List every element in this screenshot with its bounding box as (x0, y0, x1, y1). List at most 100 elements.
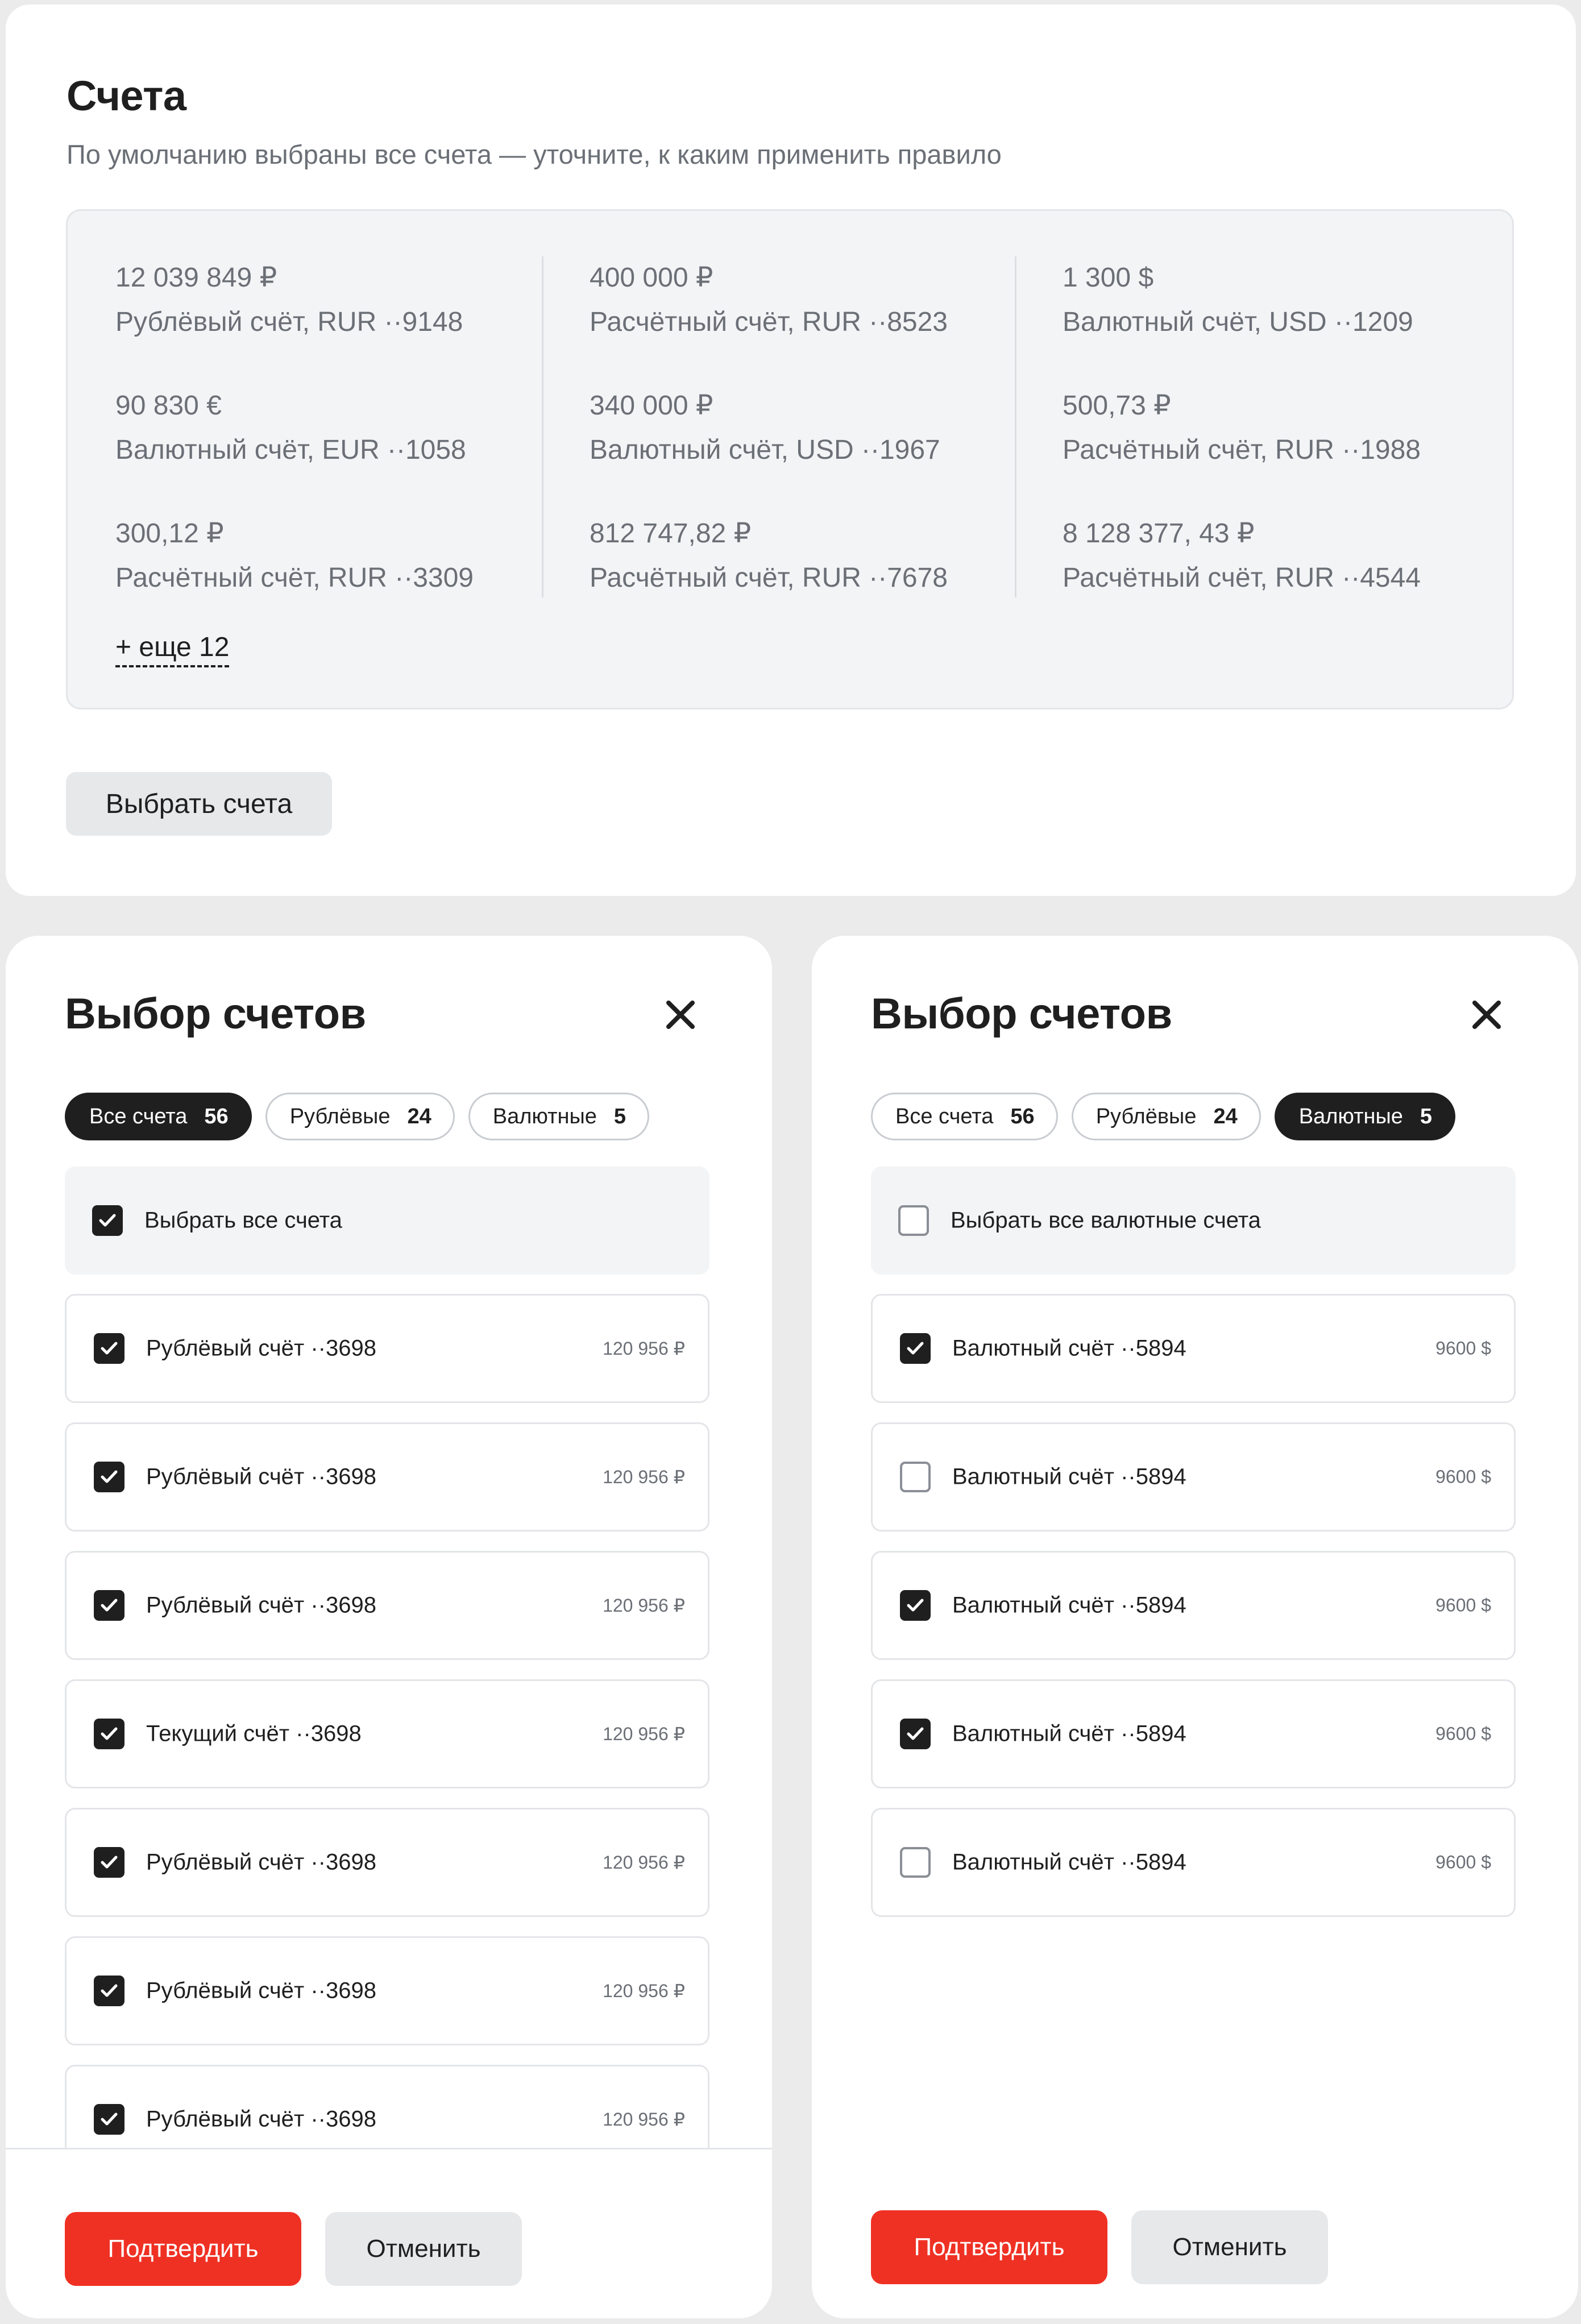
cancel-button[interactable]: Отменить (1131, 2210, 1328, 2284)
select-all-row[interactable]: Выбрать все счета (65, 1167, 709, 1275)
checkbox-unchecked[interactable] (900, 1847, 931, 1878)
account-amount: 12 039 849 ₽ (115, 263, 277, 293)
account-row[interactable]: Валютный счёт ··5894 9600 $ (871, 1808, 1516, 1917)
chip-label: Валютные (1298, 1104, 1403, 1128)
account-row-amount: 120 956 ₽ (603, 1981, 685, 2001)
accounts-column: 1 300 $ Валютный счёт, USD ··1209 500,73… (1063, 261, 1483, 645)
checkbox-unchecked[interactable] (898, 1205, 929, 1236)
account-row[interactable]: Рублёвый счёт ··3698 120 956 ₽ (65, 1294, 709, 1403)
account-row[interactable]: Валютный счёт ··5894 9600 $ (871, 1679, 1516, 1788)
column-divider (1015, 256, 1016, 597)
check-icon (101, 1470, 118, 1483)
account-row-label: Текущий счёт ··3698 (146, 1721, 362, 1746)
chip-all-accounts[interactable]: Все счета 56 (65, 1093, 252, 1140)
modal-footer: Подтвердить Отменить (812, 2148, 1578, 2318)
chip-count: 56 (204, 1104, 229, 1128)
checkbox-checked[interactable] (94, 1976, 125, 2006)
show-more-link[interactable]: + еще 12 (115, 632, 230, 667)
chip-label: Все счета (89, 1104, 188, 1128)
account-name: Расчётный счёт, RUR ··7678 (590, 563, 948, 593)
check-icon (101, 1342, 118, 1355)
account-amount: 340 000 ₽ (590, 391, 713, 421)
account-summary-item: 812 747,82 ₽ Расчётный счёт, RUR ··7678 (590, 517, 1010, 645)
account-row-label: Валютный счёт ··5894 (952, 1849, 1186, 1875)
account-row[interactable]: Рублёвый счёт ··3698 120 956 ₽ (65, 1808, 709, 1917)
select-all-row[interactable]: Выбрать все валютные счета (871, 1167, 1516, 1275)
account-row-label: Валютный счёт ··5894 (952, 1592, 1186, 1618)
modal-footer: Подтвердить Отменить (6, 2148, 772, 2318)
select-accounts-button[interactable]: Выбрать счета (66, 772, 332, 836)
account-row-label: Рублёвый счёт ··3698 (146, 1849, 376, 1875)
select-all-label: Выбрать все валютные счета (951, 1207, 1261, 1233)
account-name: Валютный счёт, USD ··1209 (1063, 307, 1413, 337)
account-amount: 400 000 ₽ (590, 263, 713, 293)
account-name: Валютный счёт, EUR ··1058 (115, 435, 466, 465)
checkbox-checked[interactable] (900, 1590, 931, 1621)
chip-count: 5 (613, 1104, 626, 1128)
account-row[interactable]: Рублёвый счёт ··3698 120 956 ₽ (65, 1422, 709, 1532)
account-row-amount: 120 956 ₽ (603, 2109, 685, 2130)
checkbox-checked[interactable] (94, 1333, 125, 1364)
accounts-card: Счета По умолчанию выбраны все счета — у… (6, 5, 1576, 896)
chip-count: 56 (1010, 1104, 1035, 1128)
account-name: Расчётный счёт, RUR ··3309 (115, 563, 474, 593)
checkbox-checked[interactable] (94, 1462, 125, 1492)
account-row-amount: 9600 $ (1435, 1852, 1491, 1873)
checkbox-checked[interactable] (94, 1719, 125, 1749)
checkbox-checked[interactable] (94, 1847, 125, 1878)
checkbox-unchecked[interactable] (900, 1462, 931, 1492)
account-summary-item: 300,12 ₽ Расчётный счёт, RUR ··3309 (115, 517, 536, 645)
chip-ruble-accounts[interactable]: Рублёвые 24 (1071, 1093, 1261, 1140)
account-row-label: Рублёвый счёт ··3698 (146, 1592, 376, 1618)
account-selection-modal: Выбор счетов Все счета 56 Рублёвые 24 Ва… (6, 936, 772, 2318)
checkbox-checked[interactable] (900, 1719, 931, 1749)
chip-currency-accounts[interactable]: Валютные 5 (1274, 1093, 1456, 1140)
account-amount: 500,73 ₽ (1063, 391, 1171, 421)
confirm-button[interactable]: Подтвердить (65, 2212, 301, 2286)
account-row-amount: 9600 $ (1435, 1595, 1491, 1616)
account-name: Расчётный счёт, RUR ··8523 (590, 307, 948, 337)
account-row-label: Рублёвый счёт ··3698 (146, 1978, 376, 2003)
check-icon (907, 1599, 924, 1612)
account-row-amount: 120 956 ₽ (603, 1595, 685, 1616)
check-icon (101, 1727, 118, 1740)
account-summary-item: 8 128 377, 43 ₽ Расчётный счёт, RUR ··45… (1063, 517, 1483, 645)
check-icon (101, 1599, 118, 1612)
accounts-column: 400 000 ₽ Расчётный счёт, RUR ··8523 340… (590, 261, 1010, 645)
chip-ruble-accounts[interactable]: Рублёвые 24 (265, 1093, 455, 1140)
close-icon[interactable] (1467, 995, 1507, 1035)
checkbox-checked[interactable] (900, 1333, 931, 1364)
account-amount: 8 128 377, 43 ₽ (1063, 518, 1255, 549)
account-row[interactable]: Рублёвый счёт ··3698 120 956 ₽ (65, 1936, 709, 2045)
check-icon (101, 1856, 118, 1869)
check-icon (101, 2113, 118, 2126)
account-row-amount: 120 956 ₽ (603, 1724, 685, 1744)
confirm-button[interactable]: Подтвердить (871, 2210, 1107, 2284)
chip-all-accounts[interactable]: Все счета 56 (871, 1093, 1058, 1140)
account-row[interactable]: Валютный счёт ··5894 9600 $ (871, 1551, 1516, 1660)
account-row-label: Рублёвый счёт ··3698 (146, 1464, 376, 1489)
chip-count: 24 (407, 1104, 431, 1128)
account-row-label: Рублёвый счёт ··3698 (146, 2106, 376, 2132)
accounts-column: 12 039 849 ₽ Рублёвый счёт, RUR ··9148 9… (115, 261, 536, 645)
account-row-label: Рублёвый счёт ··3698 (146, 1335, 376, 1361)
account-name: Расчётный счёт, RUR ··1988 (1063, 435, 1421, 465)
account-name: Валютный счёт, USD ··1967 (590, 435, 940, 465)
account-row[interactable]: Рублёвый счёт ··3698 120 956 ₽ (65, 1551, 709, 1660)
cancel-button[interactable]: Отменить (325, 2212, 522, 2286)
account-amount: 90 830 € (115, 391, 222, 421)
account-row[interactable]: Валютный счёт ··5894 9600 $ (871, 1294, 1516, 1403)
filter-chips: Все счета 56 Рублёвые 24 Валютные 5 (871, 1093, 1456, 1140)
account-row[interactable]: Текущий счёт ··3698 120 956 ₽ (65, 1679, 709, 1788)
checkbox-checked[interactable] (94, 1590, 125, 1621)
account-summary-item: 1 300 $ Валютный счёт, USD ··1209 (1063, 261, 1483, 389)
close-icon[interactable] (661, 995, 700, 1035)
account-row-amount: 9600 $ (1435, 1338, 1491, 1359)
checkbox-checked[interactable] (94, 2104, 125, 2135)
chip-currency-accounts[interactable]: Валютные 5 (468, 1093, 650, 1140)
account-row-amount: 120 956 ₽ (603, 1338, 685, 1359)
account-row-label: Валютный счёт ··5894 (952, 1464, 1186, 1489)
checkbox-checked[interactable] (92, 1205, 123, 1236)
account-row[interactable]: Валютный счёт ··5894 9600 $ (871, 1422, 1516, 1532)
account-summary-item: 340 000 ₽ Валютный счёт, USD ··1967 (590, 389, 1010, 517)
